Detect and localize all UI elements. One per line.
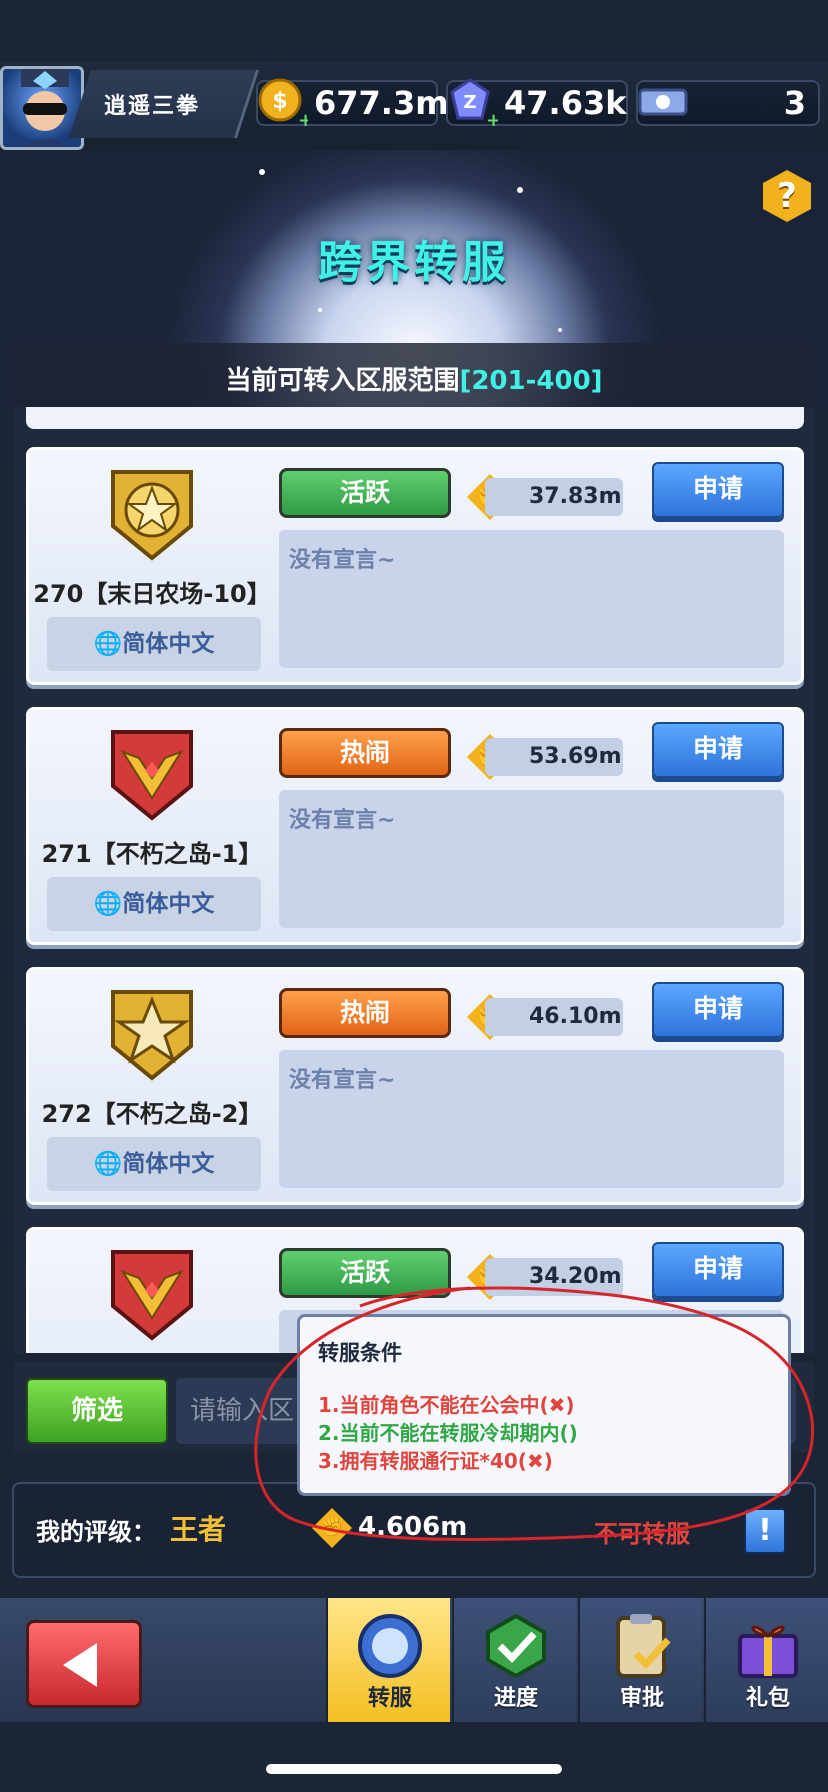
globe-icon: 🌐 [93, 1151, 123, 1177]
apply-button[interactable]: 申请 [652, 722, 784, 778]
svg-text:+: + [486, 110, 498, 128]
gold-star-shield-icon [111, 470, 193, 561]
server-name: 271【不朽之岛-1】 [41, 840, 263, 868]
server-status-badge: 热闹 [279, 728, 451, 778]
server-card: 272【不朽之岛-2】 🌐简体中文 热闹 ✊ 46.10m 申请 没有宣言~ [26, 967, 804, 1205]
server-card: 270【末日农场-10】 🌐简体中文 活跃 ✊ 37.83m 申请 没有宣言~ [26, 447, 804, 685]
server-name: 272【不朽之岛-2】 [41, 1100, 263, 1128]
gold-star-shield-icon [111, 990, 193, 1081]
back-arrow-icon [63, 1643, 97, 1687]
language-button[interactable]: 🌐简体中文 [47, 1137, 261, 1191]
tab-transfer[interactable]: 转服 [326, 1598, 450, 1722]
apply-button[interactable]: 申请 [652, 982, 784, 1038]
transfer-conditions-tooltip: 转服条件 1.当前角色不能在公会中(✖) 2.当前不能在转服冷却期内() 3.拥… [297, 1314, 791, 1496]
server-declaration: 没有宣言~ [279, 790, 784, 928]
gold-value: 677.3m [314, 84, 449, 122]
range-label: 当前可转入区服范围 [225, 366, 460, 396]
server-power: 37.83m [485, 478, 623, 516]
portal-icon [358, 1614, 422, 1678]
server-power: 46.10m [485, 998, 623, 1036]
server-name: 270【末日农场-10】 [33, 580, 271, 608]
server-power: 53.69m [485, 738, 623, 776]
game-screen: 逍遥三拳 677.3m $ + 47.63k Z + 3 跨界转服 ? 当前可转… [0, 0, 828, 1792]
my-rating-grade: 王者 [170, 1513, 227, 1546]
server-list[interactable]: 270【末日农场-10】 🌐简体中文 活跃 ✊ 37.83m 申请 没有宣言~ … [14, 407, 814, 1353]
ticket-value: 3 [783, 84, 806, 122]
language-label: 简体中文 [122, 891, 215, 917]
tab-approval[interactable]: 审批 [578, 1598, 702, 1722]
tab-progress[interactable]: 进度 [452, 1598, 576, 1722]
server-power: 34.20m [485, 1258, 623, 1296]
filter-button[interactable]: 筛选 [26, 1378, 168, 1444]
list-item-partial [26, 407, 804, 429]
tab-gift[interactable]: 礼包 [704, 1598, 828, 1722]
back-button[interactable] [26, 1620, 142, 1708]
server-range-bar: 当前可转入区服范围[201-400] [14, 343, 814, 407]
condition-cooldown: 2.当前不能在转服冷却期内() [318, 1421, 578, 1445]
ticket-icon [638, 88, 688, 116]
transfer-status: 不可转服 [594, 1520, 690, 1548]
tab-label: 礼包 [745, 1686, 790, 1711]
tab-label: 转服 [367, 1686, 412, 1711]
server-declaration: 没有宣言~ [279, 530, 784, 668]
server-status-badge: 活跃 [279, 1248, 451, 1298]
clipboard-icon [616, 1614, 671, 1678]
my-power: 4.606m [358, 1512, 468, 1542]
language-label: 简体中文 [122, 1151, 215, 1177]
page-title: 跨界转服 [318, 237, 510, 288]
server-status-badge: 热闹 [279, 988, 451, 1038]
apply-button[interactable]: 申请 [652, 462, 784, 518]
tooltip-title: 转服条件 [318, 1341, 402, 1365]
svg-text:Z: Z [463, 92, 476, 113]
my-rating-label: 我的评级： [36, 1518, 156, 1546]
apply-button[interactable]: 申请 [652, 1242, 784, 1298]
home-indicator[interactable] [266, 1764, 562, 1774]
condition-pass: 3.拥有转服通行证*40(✖) [318, 1449, 553, 1473]
language-button[interactable]: 🌐简体中文 [47, 877, 261, 931]
tab-label: 进度 [493, 1686, 538, 1711]
gem-value: 47.63k [504, 84, 627, 122]
red-wing-shield-icon [111, 1250, 193, 1341]
condition-guild: 1.当前角色不能在公会中(✖) [318, 1393, 575, 1417]
tab-label: 审批 [619, 1686, 664, 1711]
globe-icon: 🌐 [93, 631, 123, 657]
server-declaration: 没有宣言~ [279, 1050, 784, 1188]
gift-icon [738, 1625, 798, 1678]
gem-icon: Z + [450, 78, 498, 128]
svg-text:+: + [298, 110, 308, 128]
server-card: 271【不朽之岛-1】 🌐简体中文 热闹 ✊ 53.69m 申请 没有宣言~ [26, 707, 804, 945]
language-button[interactable]: 🌐简体中文 [47, 617, 261, 671]
conditions-info-button[interactable]: ! [744, 1508, 786, 1554]
checkmark-icon [486, 1613, 546, 1679]
globe-icon: 🌐 [93, 891, 123, 917]
red-wing-shield-icon [111, 730, 193, 821]
language-label: 简体中文 [122, 631, 215, 657]
player-name: 逍遥三拳 [104, 94, 201, 119]
range-value: [201-400] [459, 366, 603, 396]
svg-text:$: $ [272, 89, 287, 114]
gold-coin-icon: $ + [258, 78, 308, 128]
server-status-badge: 活跃 [279, 468, 451, 518]
